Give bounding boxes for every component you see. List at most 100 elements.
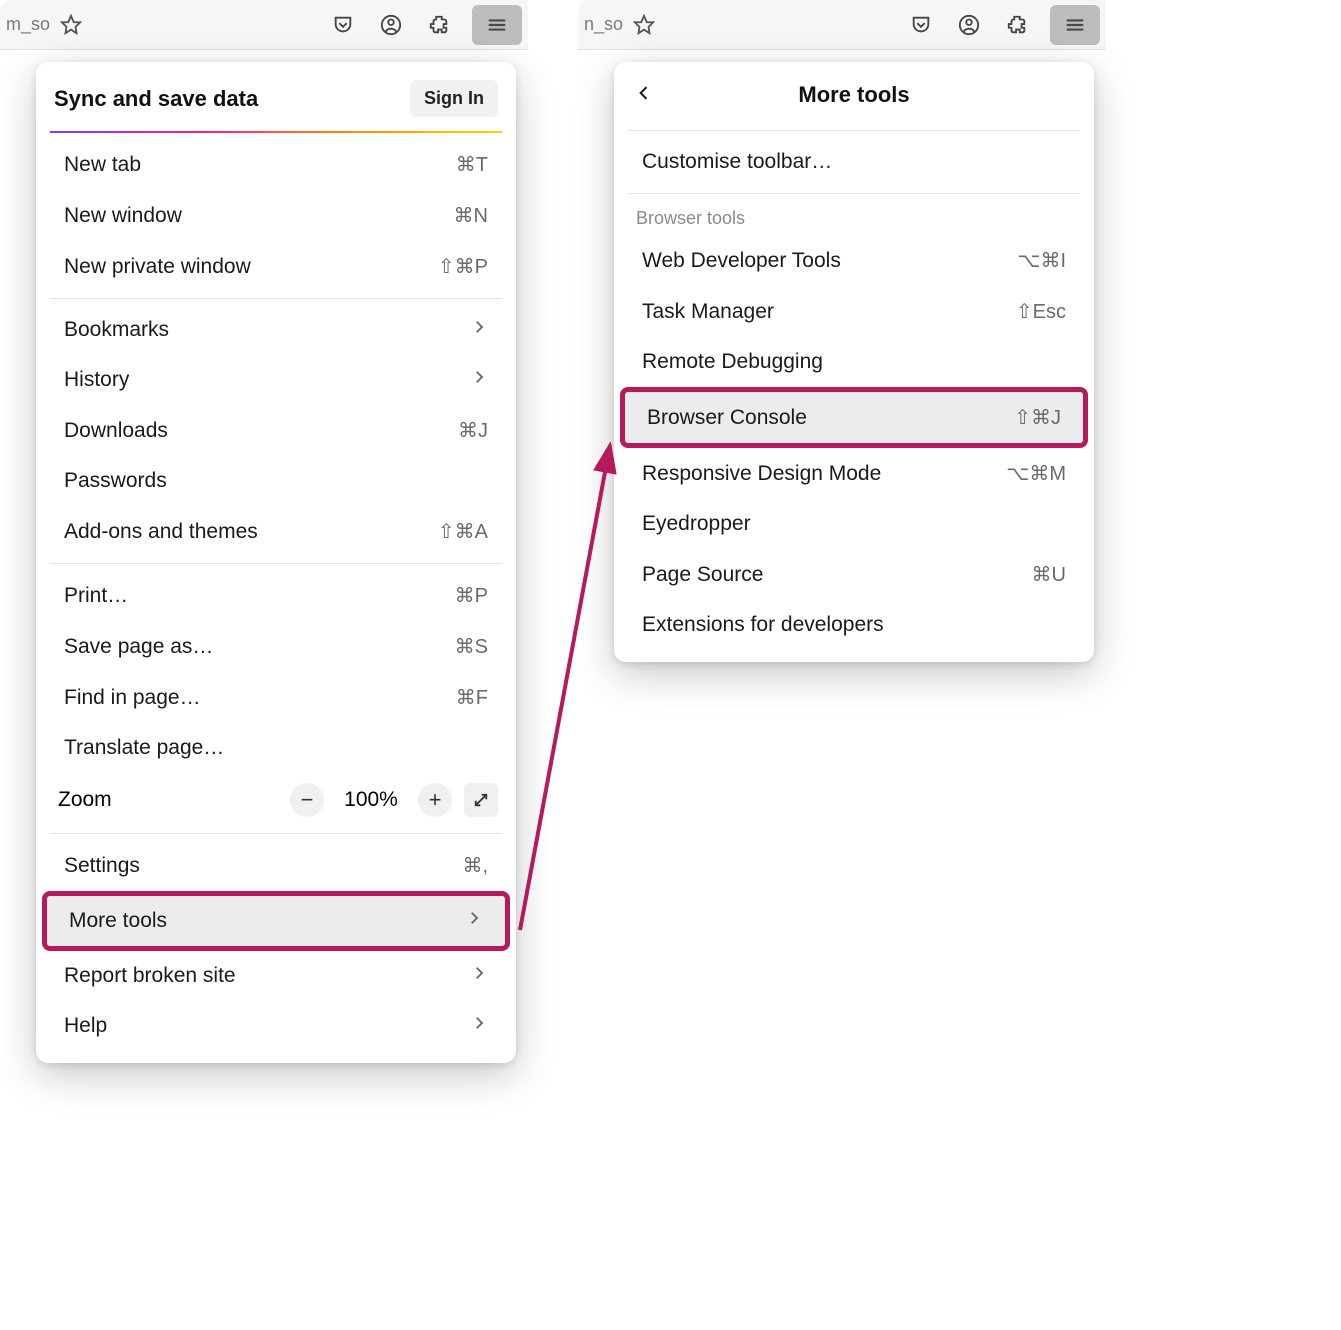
menu-item-label: Save page as… — [64, 635, 213, 659]
submenu-title: More tools — [662, 82, 1074, 108]
menu-item[interactable]: Task Manager⇧Esc — [620, 286, 1088, 337]
shortcut-label: ⌘N — [454, 203, 488, 228]
menu-item-customise-toolbar[interactable]: Customise toolbar… — [620, 137, 1088, 187]
menu-item[interactable]: Print… ⌘P — [42, 570, 510, 621]
menu-item-label: New private window — [64, 255, 251, 279]
zoom-out-button[interactable]: − — [290, 783, 324, 817]
menu-item-label: New window — [64, 204, 182, 228]
shortcut-label: ⇧⌘A — [438, 519, 488, 544]
menu-item[interactable]: Save page as… ⌘S — [42, 621, 510, 672]
separator — [50, 298, 502, 299]
chevron-right-icon — [470, 318, 488, 342]
sync-header: Sync and save data Sign In — [36, 70, 516, 131]
menu-item-label: Remote Debugging — [642, 350, 823, 374]
shortcut-label: ⌥⌘I — [1017, 248, 1066, 273]
browser-toolbar: m_so — [0, 0, 528, 50]
menu-item[interactable]: Extensions for developers — [620, 600, 1088, 650]
submenu-header: More tools — [614, 70, 1094, 124]
menu-item[interactable]: History — [42, 355, 510, 405]
menu-item-label: Page Source — [642, 563, 763, 587]
account-icon[interactable] — [954, 10, 984, 40]
menu-item-label: More tools — [69, 909, 167, 933]
shortcut-label: ⌥⌘M — [1006, 461, 1066, 486]
menu-item-more-tools[interactable]: More tools — [47, 896, 505, 946]
menu-item[interactable]: New tab ⌘T — [42, 139, 510, 190]
zoom-row: Zoom − 100% + — [36, 773, 516, 827]
separator — [50, 563, 502, 564]
menu-item[interactable]: Bookmarks — [42, 305, 510, 355]
menu-item-browser-console[interactable]: Browser Console ⇧⌘J — [625, 392, 1083, 443]
menu-item[interactable]: Responsive Design Mode ⌥⌘M — [620, 448, 1088, 499]
menu-item[interactable]: Find in page… ⌘F — [42, 672, 510, 723]
menu-item-label: Settings — [64, 854, 140, 878]
section-label: Browser tools — [614, 200, 1094, 235]
separator — [50, 833, 502, 834]
menu-item-label: Add-ons and themes — [64, 520, 258, 544]
browser-toolbar: n_so — [578, 0, 1106, 50]
menu-item[interactable]: Page Source⌘U — [620, 549, 1088, 600]
shortcut-label: ⌘P — [455, 583, 488, 608]
menu-item-label: History — [64, 368, 129, 392]
menu-item-label: Web Developer Tools — [642, 249, 841, 273]
menu-item[interactable]: Settings ⌘, — [42, 840, 510, 891]
menu-item-label: Customise toolbar… — [642, 150, 832, 174]
zoom-value: 100% — [336, 788, 406, 812]
chevron-right-icon — [470, 1014, 488, 1038]
menu-item-label: Find in page… — [64, 686, 201, 710]
chevron-right-icon — [465, 909, 483, 933]
back-button[interactable] — [634, 83, 662, 108]
menu-item-label: Translate page… — [64, 736, 224, 760]
fullscreen-button[interactable] — [464, 783, 498, 817]
zoom-label: Zoom — [58, 788, 278, 812]
chevron-right-icon — [470, 368, 488, 392]
star-icon[interactable] — [629, 10, 659, 40]
menu-item[interactable]: Translate page… — [42, 723, 510, 773]
menu-item-label: Eyedropper — [642, 512, 751, 536]
menu-item[interactable]: Add-ons and themes ⇧⌘A — [42, 506, 510, 557]
tab-text: m_so — [6, 14, 50, 35]
shortcut-label: ⌘S — [455, 634, 488, 659]
app-menu-button[interactable] — [472, 5, 522, 45]
shortcut-label: ⌘J — [458, 418, 488, 443]
menu-item[interactable]: Downloads ⌘J — [42, 405, 510, 456]
menu-item[interactable]: Report broken site — [42, 951, 510, 1001]
browser-console-highlight: Browser Console ⇧⌘J — [620, 387, 1088, 448]
menu-item[interactable]: New window ⌘N — [42, 190, 510, 241]
chevron-right-icon — [470, 964, 488, 988]
shortcut-label: ⌘T — [456, 152, 488, 177]
app-menu-button[interactable] — [1050, 5, 1100, 45]
extensions-icon[interactable] — [1002, 10, 1032, 40]
menu-item-label: New tab — [64, 153, 141, 177]
menu-item-label: Responsive Design Mode — [642, 462, 881, 486]
more-tools-highlight: More tools — [42, 891, 510, 951]
menu-item-label: Print… — [64, 584, 128, 608]
pocket-icon[interactable] — [906, 10, 936, 40]
extensions-icon[interactable] — [424, 10, 454, 40]
menu-item-label: Task Manager — [642, 300, 774, 324]
rainbow-divider — [50, 131, 502, 133]
shortcut-label: ⇧⌘J — [1014, 405, 1061, 430]
signin-button[interactable]: Sign In — [410, 80, 498, 117]
app-menu: Sync and save data Sign In New tab⌘TNew … — [36, 62, 516, 1063]
pocket-icon[interactable] — [328, 10, 358, 40]
menu-item[interactable]: Help — [42, 1001, 510, 1051]
menu-item[interactable]: Web Developer Tools ⌥⌘I — [620, 235, 1088, 286]
menu-item[interactable]: Eyedropper — [620, 499, 1088, 549]
more-tools-submenu: More tools Customise toolbar… Browser to… — [614, 62, 1094, 662]
shortcut-label: ⌘, — [462, 853, 488, 878]
star-icon[interactable] — [56, 10, 86, 40]
menu-item-label: Bookmarks — [64, 318, 169, 342]
menu-item[interactable]: Remote Debugging — [620, 337, 1088, 387]
zoom-in-button[interactable]: + — [418, 783, 452, 817]
menu-item[interactable]: New private window⇧⌘P — [42, 241, 510, 292]
shortcut-label: ⌘F — [456, 685, 488, 710]
menu-item-label: Browser Console — [647, 406, 807, 430]
menu-item-label: Passwords — [64, 469, 167, 493]
sync-title: Sync and save data — [54, 86, 258, 112]
menu-item[interactable]: Passwords — [42, 456, 510, 506]
separator — [628, 193, 1080, 194]
menu-item-label: Downloads — [64, 419, 168, 443]
menu-item-label: Help — [64, 1014, 107, 1038]
account-icon[interactable] — [376, 10, 406, 40]
menu-item-label: Report broken site — [64, 964, 236, 988]
